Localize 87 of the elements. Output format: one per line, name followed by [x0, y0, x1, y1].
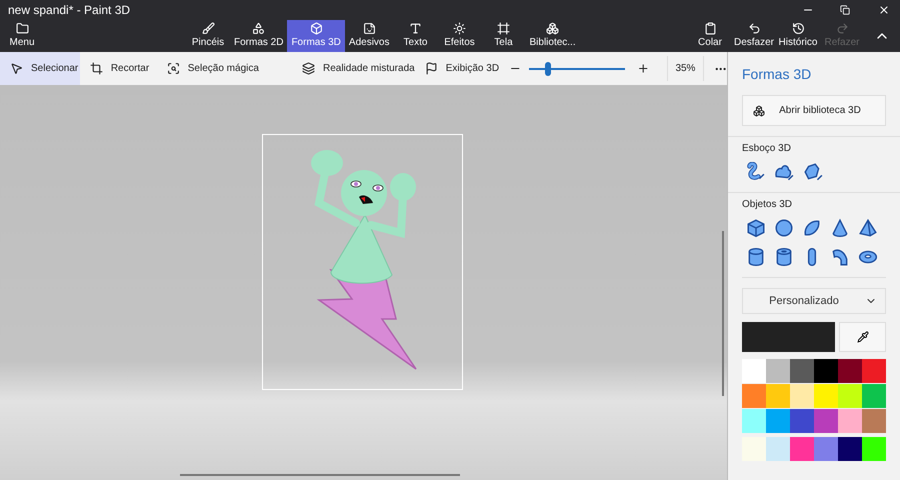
- restore-icon[interactable]: [840, 5, 850, 15]
- history-icon: [792, 22, 804, 35]
- color-swatch[interactable]: [742, 409, 766, 433]
- magic-select-icon: [166, 62, 180, 75]
- color-dropdown[interactable]: Personalizado: [742, 288, 886, 314]
- color-swatch[interactable]: [838, 437, 862, 461]
- eyedropper-icon: [856, 331, 868, 343]
- tool-tab[interactable]: Pincéis: [186, 20, 230, 52]
- tool-tab[interactable]: Efeitos: [437, 20, 482, 52]
- horizontal-scrollbar[interactable]: [180, 474, 460, 476]
- close-icon[interactable]: [878, 4, 890, 16]
- color-swatch[interactable]: [742, 437, 766, 461]
- toolbar-button[interactable]: Exibição 3D: [414, 52, 511, 85]
- section-title: Objetos 3D: [742, 198, 794, 212]
- color-swatch[interactable]: [838, 359, 862, 383]
- crop-icon: [90, 62, 103, 75]
- sun-icon: [452, 22, 466, 35]
- color-swatch[interactable]: [814, 437, 838, 461]
- hemisphere-icon[interactable]: [802, 218, 822, 238]
- brush-icon: [202, 22, 214, 35]
- color-swatch[interactable]: [742, 384, 766, 408]
- color-swatch[interactable]: [862, 384, 886, 408]
- color-swatch[interactable]: [790, 384, 814, 408]
- pointer-icon: [10, 62, 23, 75]
- tool-tab[interactable]: Texto: [393, 20, 438, 52]
- color-swatch[interactable]: [790, 359, 814, 383]
- color-swatch[interactable]: [766, 437, 790, 461]
- color-swatch[interactable]: [766, 384, 790, 408]
- toolbar-button[interactable]: Selecionar: [0, 52, 80, 85]
- color-swatch[interactable]: [790, 437, 814, 461]
- cubes-icon: [753, 104, 765, 116]
- tool-tab[interactable]: Bibliotec...: [525, 20, 580, 52]
- color-swatch[interactable]: [814, 409, 838, 433]
- toolbar-button[interactable]: Recortar: [80, 52, 157, 85]
- flag-icon: [424, 62, 438, 75]
- color-swatch[interactable]: [838, 384, 862, 408]
- toolbar-button[interactable]: Realidade misturada: [292, 52, 415, 85]
- tool-tab[interactable]: Formas 3D: [287, 20, 345, 52]
- tool-tab[interactable]: Tela: [481, 20, 526, 52]
- frame-icon: [496, 22, 510, 35]
- zoom-slider[interactable]: [529, 62, 625, 76]
- color-swatch[interactable]: [814, 359, 838, 383]
- library-button[interactable]: Abrir biblioteca 3D: [742, 95, 886, 126]
- sharp-sketch-icon[interactable]: [803, 162, 823, 182]
- color-swatch[interactable]: [766, 409, 790, 433]
- folder-icon: [16, 22, 28, 35]
- action-button[interactable]: Colar: [688, 20, 732, 52]
- color-swatch[interactable]: [838, 409, 862, 433]
- tool-tab[interactable]: Formas 2D: [230, 20, 288, 52]
- cylinder-icon[interactable]: [746, 247, 766, 267]
- color-swatch[interactable]: [814, 384, 838, 408]
- window-title: new spandi* - Paint 3D: [7, 2, 132, 19]
- sticker-icon: [362, 22, 376, 35]
- action-button[interactable]: Histórico: [776, 20, 820, 52]
- soft-sketch-icon[interactable]: [774, 162, 794, 182]
- cone-icon[interactable]: [830, 218, 850, 238]
- cubes-icon: [546, 22, 560, 35]
- sphere-icon[interactable]: [774, 218, 794, 238]
- pyramid-icon[interactable]: [858, 218, 878, 238]
- color-swatch[interactable]: [766, 359, 790, 383]
- tool-tab[interactable]: Adesivos: [344, 20, 394, 52]
- shapes-icon: [252, 22, 266, 35]
- vertical-scrollbar[interactable]: [722, 231, 724, 396]
- layers-icon: [302, 62, 315, 75]
- color-swatch[interactable]: [790, 409, 814, 433]
- zoom-in-icon[interactable]: [636, 62, 650, 75]
- color-swatch[interactable]: [862, 437, 886, 461]
- text-icon: [408, 22, 422, 35]
- tube-sketch-icon[interactable]: [745, 162, 765, 182]
- cube-icon: [310, 22, 323, 35]
- undo-icon: [748, 22, 760, 35]
- color-swatch[interactable]: [862, 359, 886, 383]
- curved-pipe-icon[interactable]: [830, 247, 850, 267]
- section-title: Esboço 3D: [742, 142, 792, 156]
- menu-button[interactable]: Menu: [0, 20, 44, 52]
- tube-icon[interactable]: [774, 247, 794, 267]
- toolbar-button[interactable]: Seleção mágica: [156, 52, 272, 85]
- panel-title: Formas 3D: [742, 65, 812, 84]
- clipboard-icon: [704, 22, 716, 35]
- color-swatch[interactable]: [862, 409, 886, 433]
- redo-icon: [836, 22, 848, 35]
- slider-thumb[interactable]: [545, 62, 552, 76]
- eyedropper-button[interactable]: [839, 322, 886, 352]
- zoom-percent: 35%: [674, 62, 696, 76]
- color-swatch[interactable]: [742, 359, 766, 383]
- action-button[interactable]: Desfazer: [732, 20, 776, 52]
- cube-icon[interactable]: [746, 218, 766, 238]
